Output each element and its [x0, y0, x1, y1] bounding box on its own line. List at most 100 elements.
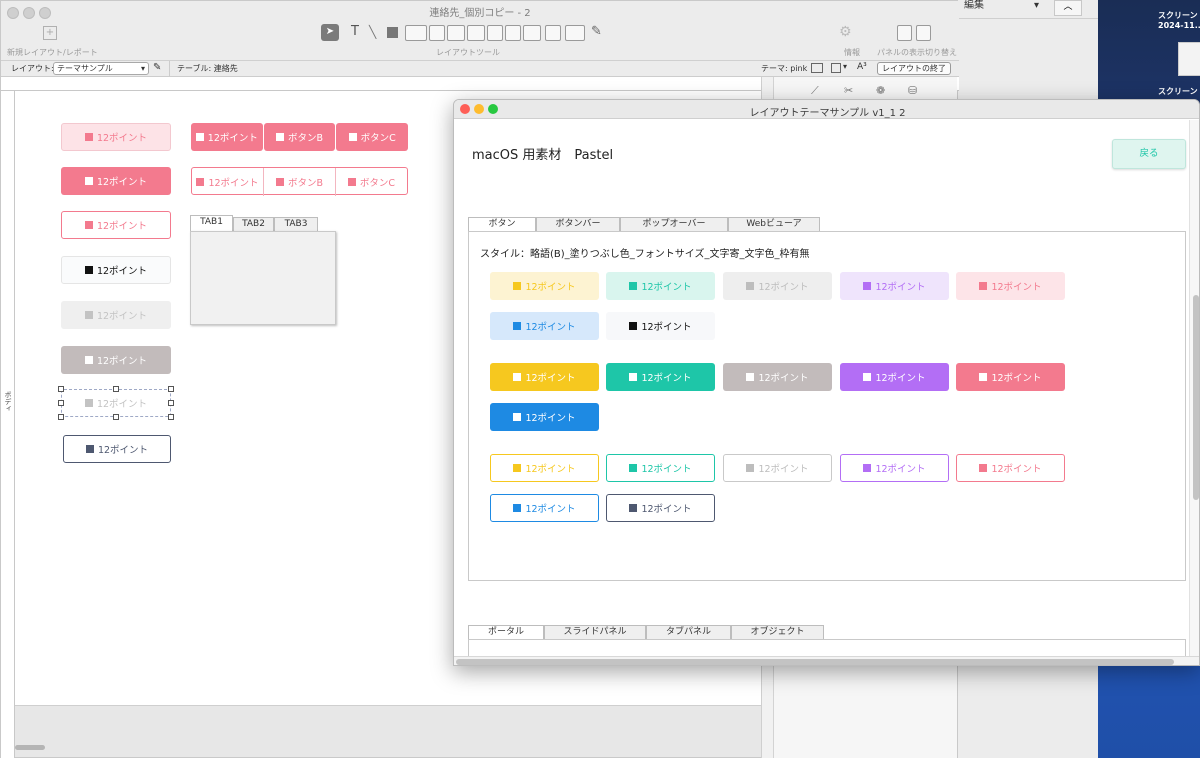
tab-1[interactable]: TAB1 — [190, 215, 233, 231]
sample-button[interactable]: 12ポイント — [490, 454, 599, 482]
button-bar-segment[interactable]: ボタンB — [263, 123, 336, 151]
objects-icon[interactable] — [831, 63, 841, 73]
rectangle-tool-icon[interactable] — [387, 27, 398, 38]
field-tool-icon[interactable] — [405, 25, 427, 41]
line-tool-icon[interactable]: ╲ — [369, 25, 381, 39]
sample-button[interactable]: 12ポイント — [490, 403, 599, 431]
sample-button[interactable]: 12ポイント — [956, 363, 1065, 391]
sample-button[interactable]: 12ポイント — [723, 363, 832, 391]
button-bar-segment[interactable]: ボタンC — [336, 168, 407, 196]
database-icon[interactable]: ⛁ — [908, 84, 917, 97]
tab-portal[interactable]: ポータル — [468, 625, 544, 640]
layout-button-5[interactable]: 12ポイント — [61, 301, 171, 329]
sample-button[interactable]: 12ポイント — [956, 454, 1065, 482]
screenshot-label-2: スクリーン — [1158, 87, 1198, 96]
vertical-scrollbar-thumb[interactable] — [1193, 295, 1199, 500]
text-tool-icon[interactable]: T — [345, 24, 365, 41]
tab-button-bar[interactable]: ボタンバー — [536, 217, 620, 231]
sample-button[interactable]: 12ポイント — [606, 454, 715, 482]
palette-icon[interactable]: ❁ — [876, 84, 885, 97]
selection-handle[interactable] — [58, 400, 64, 406]
selection-handle[interactable] — [168, 400, 174, 406]
font-size-icon[interactable]: A³ — [857, 62, 867, 72]
tools-icon[interactable]: ✂ — [844, 84, 853, 97]
sample-button[interactable]: 12ポイント — [840, 363, 949, 391]
back-button[interactable]: 戻る — [1112, 139, 1186, 169]
selection-handle[interactable] — [58, 386, 64, 392]
chart-tool-icon[interactable] — [505, 25, 521, 41]
layout-button-2[interactable]: 12ポイント — [61, 167, 171, 195]
left-panel-icon[interactable] — [897, 25, 912, 41]
button-label: 12ポイント — [991, 464, 1042, 475]
layout-button-3[interactable]: 12ポイント — [61, 211, 171, 239]
button-bar-segment[interactable]: ボタンC — [336, 123, 409, 151]
selection-handle[interactable] — [113, 414, 119, 420]
layout-button-selected[interactable]: 12ポイント — [61, 389, 171, 417]
tab-web-viewer[interactable]: Webビューア — [728, 217, 820, 231]
tab-popover[interactable]: ポップオーバー — [620, 217, 728, 231]
sample-button[interactable]: 12ポイント — [606, 272, 715, 300]
sample-button[interactable]: 12ポイント — [490, 312, 599, 340]
sample-button[interactable]: 12ポイント — [840, 272, 949, 300]
tab-slide-panel[interactable]: スライドパネル — [544, 625, 646, 639]
sample-button[interactable]: 12ポイント — [606, 363, 715, 391]
tab-object[interactable]: オブジェクト — [731, 625, 824, 639]
sample-button[interactable]: 12ポイント — [490, 272, 599, 300]
screenshot-thumbnail[interactable] — [1178, 42, 1200, 76]
sample-button[interactable]: 12ポイント — [606, 494, 715, 522]
format-painter-icon[interactable]: ✎ — [591, 24, 607, 40]
theme-icon[interactable] — [811, 63, 823, 73]
square-icon — [513, 464, 522, 472]
right-panel-icon[interactable] — [916, 25, 931, 41]
sample-button[interactable]: 12ポイント — [956, 272, 1065, 300]
sample-button[interactable]: 12ポイント — [840, 454, 949, 482]
selection-handle[interactable] — [168, 414, 174, 420]
layout-button-6[interactable]: 12ポイント — [61, 346, 171, 374]
vertical-ruler: ボディ — [1, 91, 15, 758]
horizontal-scrollbar[interactable] — [15, 745, 45, 750]
web-viewer-tool-icon[interactable] — [523, 25, 541, 41]
page-title: macOS 用素材 Pastel — [472, 148, 614, 163]
layout-button-4[interactable]: 12ポイント — [61, 256, 171, 284]
tab-buttons[interactable]: ボタン — [468, 217, 536, 232]
exit-layout-button[interactable]: レイアウトの終了 — [877, 62, 951, 75]
gear-icon[interactable]: ⚙ — [839, 24, 852, 40]
tab-control-tool-icon[interactable] — [467, 25, 485, 41]
layout-button-1[interactable]: 12ポイント — [61, 123, 171, 151]
tab-tab-panel[interactable]: タブパネル — [646, 625, 731, 639]
square-icon — [513, 373, 522, 381]
sample-button[interactable]: 12ポイント — [606, 312, 715, 340]
new-layout-icon[interactable]: + — [43, 26, 57, 40]
square-icon — [629, 373, 638, 381]
selection-handle[interactable] — [58, 414, 64, 420]
ruler-icon[interactable]: ⟋ — [811, 84, 819, 98]
window-title: 連絡先_個別コピー - 2 — [429, 8, 531, 19]
sample-button[interactable]: 12ポイント — [490, 494, 599, 522]
layout-select[interactable]: テーマサンプル ▾ — [53, 62, 149, 75]
sample-button[interactable]: 12ポイント — [490, 363, 599, 391]
tab-2[interactable]: TAB2 — [233, 217, 274, 231]
tab-3[interactable]: TAB3 — [274, 217, 318, 231]
layout-button-8[interactable]: 12ポイント — [63, 435, 171, 463]
sample-button[interactable]: 12ポイント — [723, 454, 832, 482]
button-label: ボタンC — [359, 178, 396, 189]
horizontal-scrollbar-thumb[interactable] — [456, 659, 1174, 665]
selection-handle[interactable] — [113, 386, 119, 392]
pointer-tool-icon[interactable]: ➤ — [321, 24, 339, 41]
selection-handle[interactable] — [168, 386, 174, 392]
sample-button[interactable]: 12ポイント — [723, 272, 832, 300]
edit-menu[interactable]: 編集 ▾ — [964, 0, 1066, 16]
popover-tool-icon[interactable] — [545, 25, 561, 41]
panel-toggle-label: パネルの表示切り替え — [877, 48, 957, 57]
button-bar-segment[interactable]: 12ポイント — [192, 168, 264, 196]
button-label: 12ポイント — [96, 266, 148, 277]
pencil-icon[interactable]: ✎ — [153, 62, 161, 73]
portal-tool-icon[interactable] — [487, 25, 503, 41]
screenshot-label: スクリーン — [1158, 11, 1198, 20]
button-bar-segment[interactable]: 12ポイント — [191, 123, 263, 151]
collapse-button[interactable]: ︿ — [1054, 0, 1082, 16]
button-bar-segment[interactable]: ボタンB — [264, 168, 336, 196]
slide-panel-tool-icon[interactable] — [565, 25, 585, 41]
button-tool-icon[interactable] — [429, 25, 445, 41]
button-bar-tool-icon[interactable] — [447, 25, 465, 41]
